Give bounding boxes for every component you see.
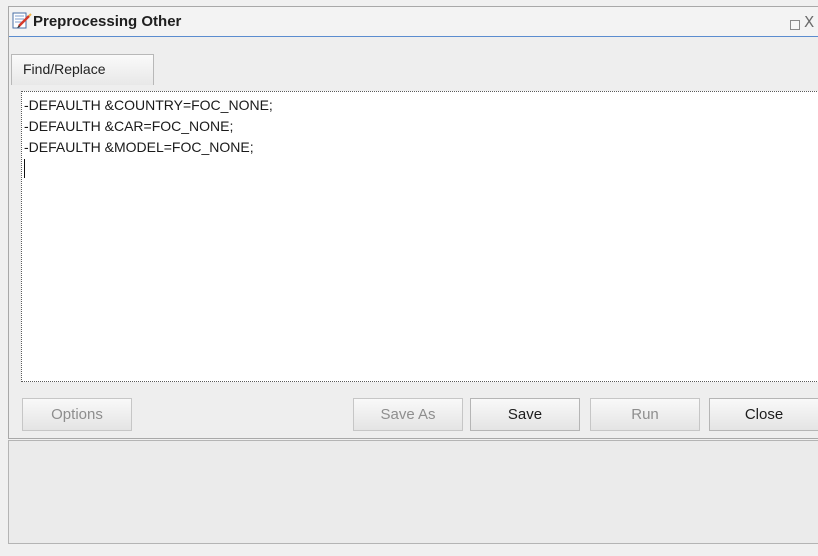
code-line: -DEFAULTH &CAR=FOC_NONE; [24, 118, 234, 134]
save-as-button[interactable]: Save As [353, 398, 463, 431]
close-icon[interactable]: X [804, 13, 814, 31]
dialog-button-bar: Options Save As Save Run Close [9, 387, 818, 437]
close-button[interactable]: Close [709, 398, 818, 431]
background-panel [8, 440, 818, 544]
run-button[interactable]: Run [590, 398, 700, 431]
code-line: -DEFAULTH &COUNTRY=FOC_NONE; [24, 97, 273, 113]
code-line: -DEFAULTH &MODEL=FOC_NONE; [24, 139, 254, 155]
maximize-icon[interactable] [790, 20, 800, 30]
preprocessing-dialog: Preprocessing Other X Find/Replace -DEFA… [8, 6, 818, 439]
edit-document-icon [12, 12, 32, 30]
save-button[interactable]: Save [470, 398, 580, 431]
options-button[interactable]: Options [22, 398, 132, 431]
code-line-empty [24, 158, 818, 179]
text-caret [24, 159, 25, 178]
dialog-title: Preprocessing Other [33, 13, 182, 30]
editor-toolbar: Find/Replace [9, 37, 818, 85]
find-replace-button[interactable]: Find/Replace [11, 54, 154, 85]
code-editor[interactable]: -DEFAULTH &COUNTRY=FOC_NONE; -DEFAULTH &… [21, 91, 818, 382]
dialog-titlebar[interactable]: Preprocessing Other X [9, 7, 818, 37]
